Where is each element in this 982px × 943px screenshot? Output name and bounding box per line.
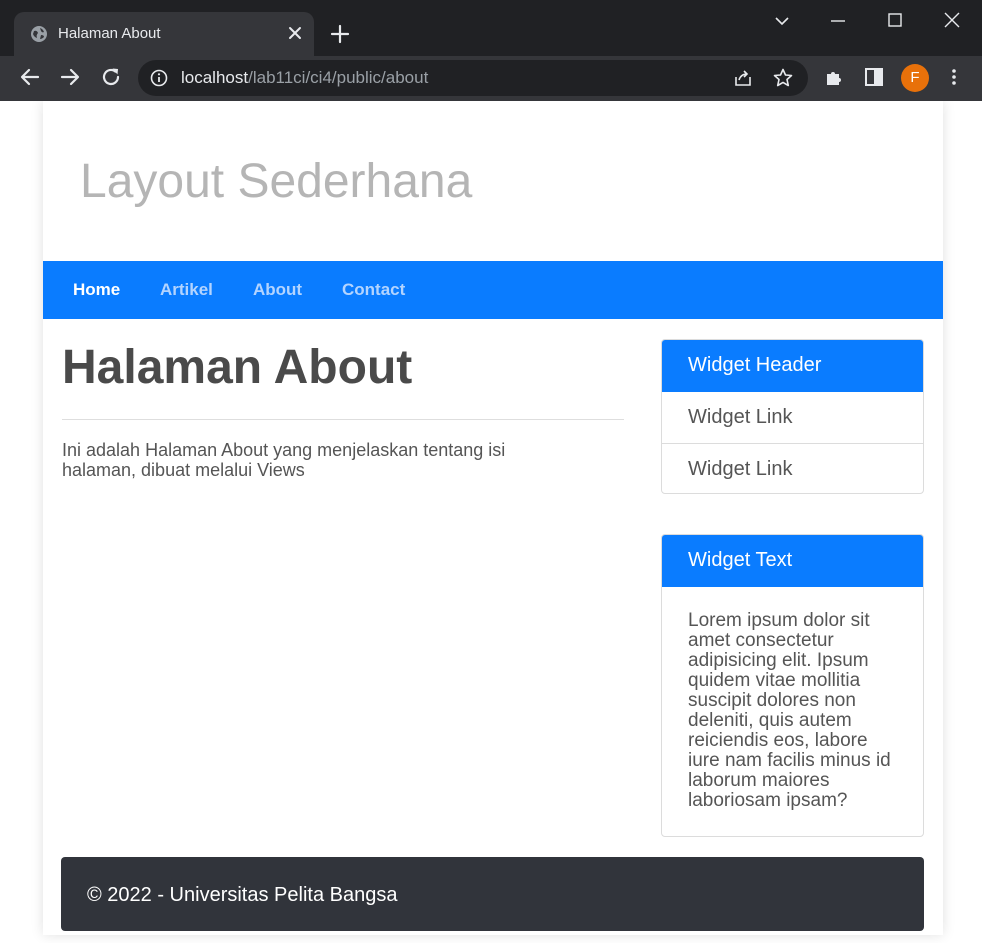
maximize-icon[interactable] bbox=[883, 10, 907, 32]
more-menu-icon[interactable] bbox=[943, 66, 965, 88]
page-viewport: Layout Sederhana Home Artikel About Cont… bbox=[0, 101, 982, 943]
widget-link[interactable]: Widget Link bbox=[662, 443, 923, 493]
tab-strip: Halaman About bbox=[0, 0, 982, 56]
profile-avatar[interactable]: F bbox=[901, 64, 929, 92]
widget-text-header: Widget Text bbox=[662, 535, 923, 587]
url-path: /lab11ci/ci4/public/about bbox=[248, 68, 429, 87]
heading-divider bbox=[62, 419, 624, 420]
address-bar[interactable]: localhost/lab11ci/ci4/public/about bbox=[138, 60, 808, 96]
site-info-icon[interactable] bbox=[150, 69, 168, 87]
site-header: Layout Sederhana bbox=[43, 101, 943, 261]
bookmark-star-icon[interactable] bbox=[772, 67, 794, 89]
site-footer: © 2022 - Universitas Pelita Bangsa bbox=[61, 857, 924, 931]
extensions-puzzle-icon[interactable] bbox=[823, 66, 845, 88]
main-content: Halaman About Ini adalah Halaman About y… bbox=[62, 339, 624, 480]
widget-header: Widget Header bbox=[662, 340, 923, 392]
nav-home-link[interactable]: Home bbox=[73, 280, 120, 300]
browser-tab[interactable]: Halaman About bbox=[14, 12, 314, 56]
widget-text: Widget Text Lorem ipsum dolor sit amet c… bbox=[661, 534, 924, 837]
main-navbar: Home Artikel About Contact bbox=[43, 261, 943, 319]
back-icon[interactable] bbox=[18, 65, 42, 89]
close-tab-icon[interactable] bbox=[286, 24, 304, 42]
site-title: Layout Sederhana bbox=[80, 155, 473, 208]
close-window-icon[interactable] bbox=[940, 10, 964, 32]
url-text[interactable]: localhost/lab11ci/ci4/public/about bbox=[181, 69, 428, 87]
browser-chrome: Halaman About localhost/lab11ci/ci4/publ… bbox=[0, 0, 982, 101]
new-tab-icon[interactable] bbox=[329, 23, 351, 45]
nav-about-link[interactable]: About bbox=[253, 280, 302, 300]
footer-copyright: © 2022 - Universitas Pelita Bangsa bbox=[87, 884, 398, 906]
page-text: Ini adalah Halaman About yang menjelaska… bbox=[62, 440, 506, 480]
widget-text-body: Lorem ipsum dolor sit amet consectetur a… bbox=[688, 610, 891, 811]
tab-search-chevron-down-icon[interactable] bbox=[770, 10, 794, 32]
side-panel-icon[interactable] bbox=[863, 66, 885, 88]
widget-links: Widget Header Widget Link Widget Link bbox=[661, 339, 924, 494]
globe-icon bbox=[31, 26, 47, 42]
share-icon[interactable] bbox=[732, 67, 754, 89]
url-host: localhost bbox=[181, 68, 249, 87]
tab-title: Halaman About bbox=[58, 25, 161, 42]
nav-contact-link[interactable]: Contact bbox=[342, 280, 405, 300]
forward-icon[interactable] bbox=[58, 65, 82, 89]
browser-toolbar: localhost/lab11ci/ci4/public/about F bbox=[0, 56, 982, 101]
minimize-icon[interactable] bbox=[826, 10, 850, 32]
widget-link[interactable]: Widget Link bbox=[662, 392, 923, 443]
reload-icon[interactable] bbox=[99, 65, 123, 89]
page-container: Layout Sederhana Home Artikel About Cont… bbox=[43, 101, 943, 935]
page-heading: Halaman About bbox=[62, 341, 413, 394]
nav-artikel-link[interactable]: Artikel bbox=[160, 280, 213, 300]
